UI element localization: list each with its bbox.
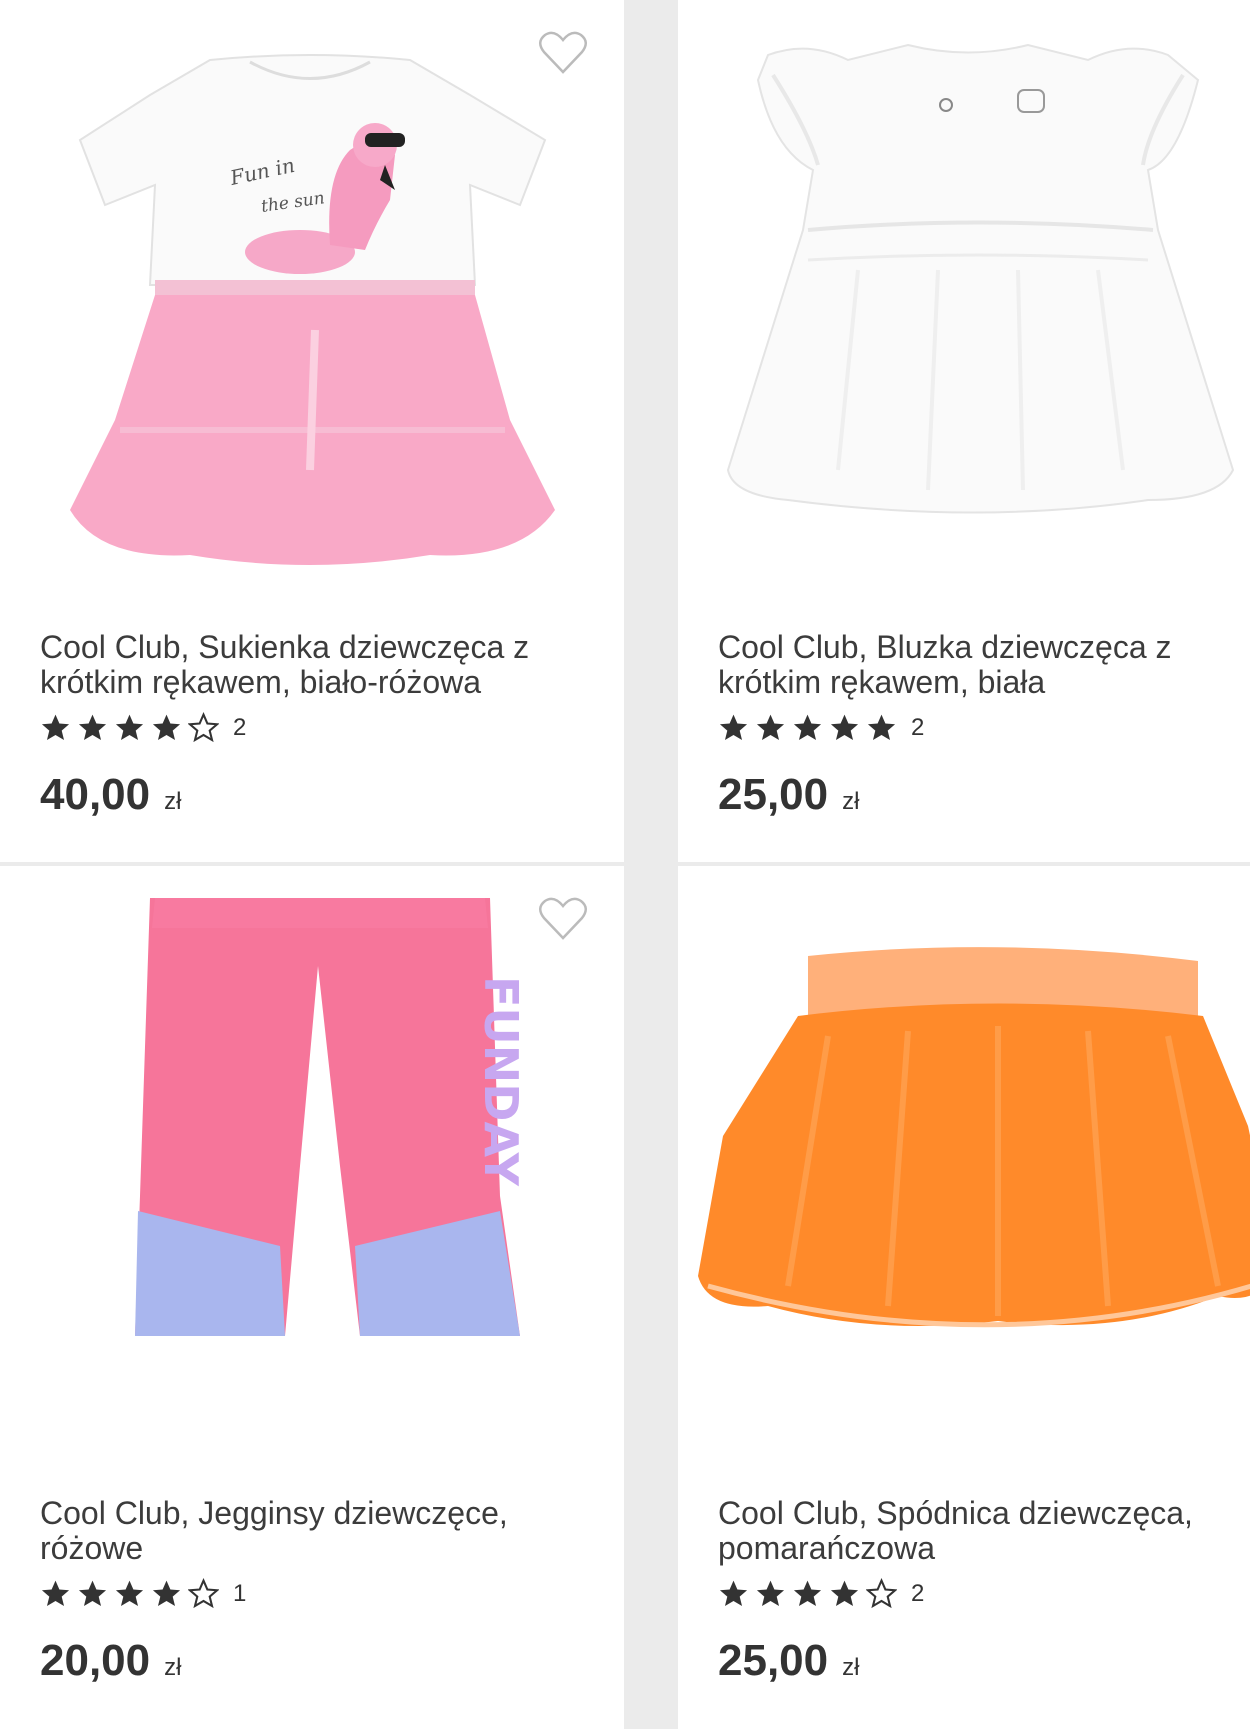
orange-skirt-image — [698, 947, 1250, 1328]
rating: 2 — [718, 712, 924, 743]
product-card[interactable]: FUNDAY Cool Club, Jegginsy dziewczęce, r… — [0, 866, 624, 1729]
heart-outline-icon[interactable] — [538, 30, 588, 76]
price-currency: zł — [164, 788, 182, 815]
product-card[interactable]: Cool Club, Spódnica dziewczęca, pomarańc… — [678, 866, 1250, 1729]
product-title[interactable]: Cool Club, Spódnica dziewczęca, pomarańc… — [718, 1496, 1238, 1566]
pink-jeggings-image: FUNDAY — [135, 898, 528, 1336]
star-filled-icon — [41, 1580, 70, 1607]
product-image[interactable]: FUNDAY — [0, 866, 624, 1476]
price-currency: zł — [842, 1654, 860, 1681]
product-image[interactable] — [678, 866, 1250, 1476]
rating-count: 1 — [233, 1579, 247, 1607]
price-amount: 20,00 — [40, 1636, 151, 1685]
product-image[interactable]: Fun in the sun — [0, 0, 624, 610]
svg-text:FUNDAY: FUNDAY — [474, 976, 528, 1187]
price: 25,00 zł — [718, 1636, 859, 1686]
star-filled-icon — [830, 714, 859, 741]
star-filled-icon — [793, 714, 822, 741]
rating-count: 2 — [911, 713, 925, 741]
price-amount: 25,00 — [718, 770, 829, 819]
star-filled-icon — [756, 714, 785, 741]
product-card[interactable]: Fun in the sun Cool Club, Sukienka dziew… — [0, 0, 624, 862]
price-currency: zł — [842, 788, 860, 815]
product-card[interactable]: Cool Club, Bluzka dziewczęca z krótkim r… — [678, 0, 1250, 862]
star-filled-icon — [867, 714, 896, 741]
price-amount: 25,00 — [718, 1636, 829, 1685]
star-filled-icon — [115, 1580, 144, 1607]
star-outline-icon — [188, 712, 219, 743]
star-filled-icon — [41, 714, 70, 741]
product-title[interactable]: Cool Club, Jegginsy dziewczęce, różowe — [40, 1496, 560, 1566]
heart-outline-icon[interactable] — [538, 896, 588, 942]
star-filled-icon — [719, 714, 748, 741]
star-outline-icon — [188, 1578, 219, 1609]
rating: 2 — [40, 712, 246, 743]
star-filled-icon — [78, 714, 107, 741]
star-filled-icon — [793, 1580, 822, 1607]
star-filled-icon — [115, 714, 144, 741]
star-filled-icon — [78, 1580, 107, 1607]
product-title[interactable]: Cool Club, Bluzka dziewczęca z krótkim r… — [718, 630, 1238, 700]
product-title[interactable]: Cool Club, Sukienka dziewczęca z krótkim… — [40, 630, 600, 700]
rating-count: 2 — [233, 713, 247, 741]
star-filled-icon — [756, 1580, 785, 1607]
star-filled-icon — [830, 1580, 859, 1607]
star-filled-icon — [719, 1580, 748, 1607]
price-currency: zł — [164, 1654, 182, 1681]
price: 25,00 zł — [718, 770, 859, 820]
white-blouse-image — [726, 43, 1235, 514]
rating: 2 — [718, 1578, 924, 1609]
flamingo-dress-image: Fun in the sun — [70, 54, 555, 565]
rating: 1 — [40, 1578, 246, 1609]
price: 20,00 zł — [40, 1636, 181, 1686]
star-filled-icon — [152, 714, 181, 741]
price: 40,00 zł — [40, 770, 181, 820]
product-image[interactable] — [678, 0, 1250, 610]
star-outline-icon — [866, 1578, 897, 1609]
rating-count: 2 — [911, 1579, 925, 1607]
price-amount: 40,00 — [40, 770, 151, 819]
star-filled-icon — [152, 1580, 181, 1607]
